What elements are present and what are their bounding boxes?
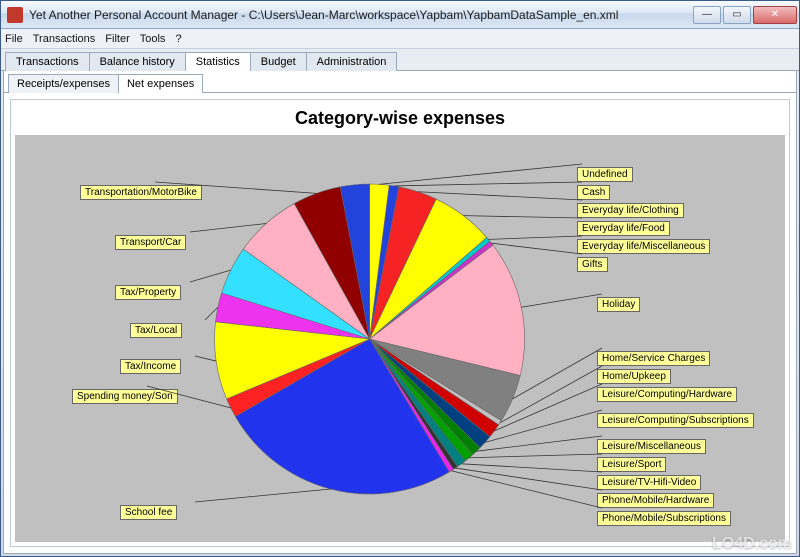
close-button[interactable]: ✕ <box>753 6 797 24</box>
menu-filter[interactable]: Filter <box>105 33 129 45</box>
maximize-button[interactable]: ▭ <box>723 6 751 24</box>
title-text: Yet Another Personal Account Manager - C… <box>29 8 693 22</box>
statistics-panel: Receipts/expenses Net expenses Category-… <box>3 71 797 554</box>
window-buttons: — ▭ ✕ <box>693 6 797 24</box>
titlebar[interactable]: Yet Another Personal Account Manager - C… <box>1 1 799 29</box>
menu-transactions[interactable]: Transactions <box>33 33 96 45</box>
menu-help[interactable]: ? <box>175 33 181 45</box>
tab-statistics[interactable]: Statistics <box>185 52 251 71</box>
tab-transactions[interactable]: Transactions <box>5 52 90 71</box>
menu-tools[interactable]: Tools <box>140 33 166 45</box>
subtab-net-expenses[interactable]: Net expenses <box>118 74 203 93</box>
chart-panel: Category-wise expenses UndefinedCashEver… <box>10 99 790 547</box>
menubar: File Transactions Filter Tools ? <box>1 29 799 49</box>
tab-administration[interactable]: Administration <box>306 52 398 71</box>
tab-balance-history[interactable]: Balance history <box>89 52 186 71</box>
subtab-receipts-expenses[interactable]: Receipts/expenses <box>8 74 119 93</box>
pie-svg <box>20 135 780 542</box>
main-tabstrip: Transactions Balance history Statistics … <box>1 49 799 71</box>
menu-file[interactable]: File <box>5 33 23 45</box>
app-icon <box>7 7 23 23</box>
minimize-button[interactable]: — <box>693 6 721 24</box>
application-window: Yet Another Personal Account Manager - C… <box>0 0 800 557</box>
chart-title: Category-wise expenses <box>15 104 785 135</box>
statistics-subtabs: Receipts/expenses Net expenses <box>4 71 796 93</box>
pie-chart-plot[interactable]: UndefinedCashEveryday life/ClothingEvery… <box>15 135 785 542</box>
tab-budget[interactable]: Budget <box>250 52 307 71</box>
